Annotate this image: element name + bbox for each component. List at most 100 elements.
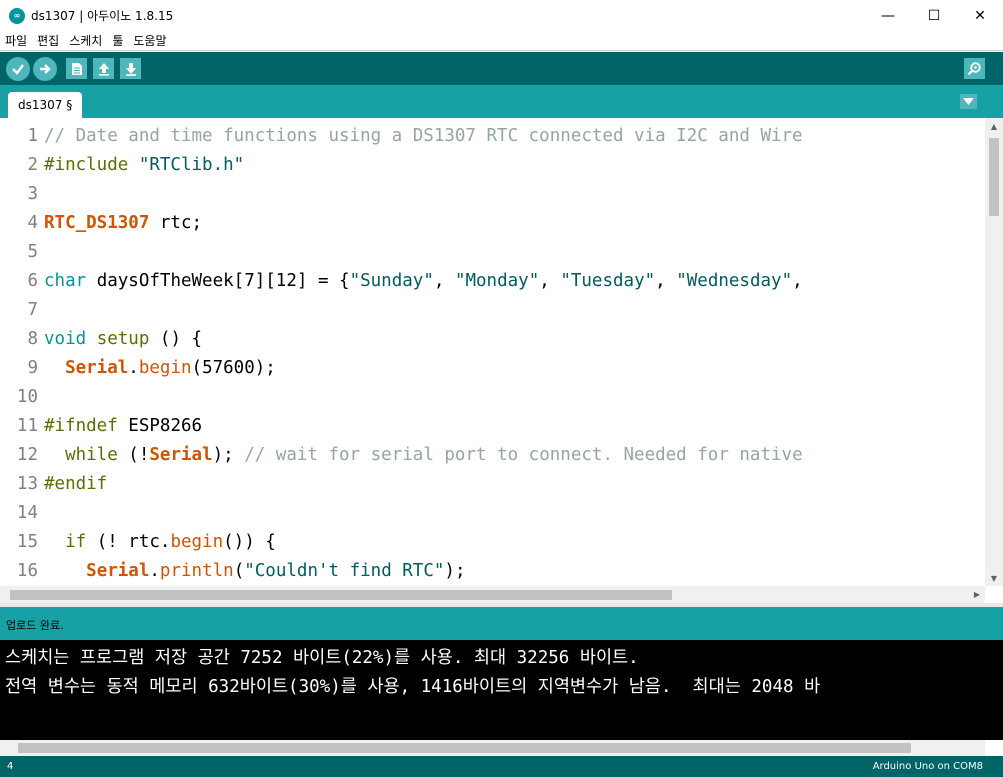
- menu-sketch[interactable]: 스케치: [64, 32, 107, 49]
- verify-button[interactable]: [6, 57, 30, 81]
- status-bar: 업로드 완료.: [0, 607, 1003, 640]
- window-controls: — ☐ ✕: [865, 0, 1003, 31]
- line-number: 1: [27, 126, 38, 146]
- console-line: 스케치는 프로그램 저장 공간 7252 바이트(22%)를 사용. 최대 32…: [5, 648, 639, 668]
- code-token: ,: [792, 271, 814, 291]
- line-number: 14: [16, 503, 38, 523]
- code-token: ESP8266: [117, 416, 203, 436]
- code-token: if: [65, 532, 87, 552]
- code-token: #include: [44, 155, 139, 175]
- code-line: #include "RTClib.h": [44, 151, 984, 180]
- code-token: .: [149, 561, 160, 581]
- editor-horizontal-scroll-thumb[interactable]: [10, 590, 672, 600]
- code-line: if (! rtc.begin()) {: [44, 528, 984, 557]
- code-token: "RTClib.h": [138, 155, 245, 175]
- upload-icon: [40, 64, 51, 74]
- title-bar: ∞ ds1307 | 아두이노 1.8.15 — ☐ ✕: [0, 0, 1003, 31]
- scroll-down-arrow-icon[interactable]: ▼: [985, 570, 1003, 586]
- footer-bar: 4 Arduino Uno on COM8: [0, 756, 1003, 777]
- code-token: );: [212, 445, 245, 465]
- tab-bar: ds1307 §: [0, 85, 1003, 118]
- maximize-button[interactable]: ☐: [911, 0, 957, 31]
- line-number: 7: [27, 300, 38, 320]
- console-horizontal-scrollbar[interactable]: [0, 740, 985, 756]
- menu-edit[interactable]: 편집: [32, 32, 64, 49]
- code-token: (! rtc.: [86, 532, 171, 552]
- code-token: "Sunday": [349, 271, 434, 291]
- code-token: char: [44, 271, 87, 291]
- new-button[interactable]: [66, 58, 87, 79]
- code-token: Serial: [149, 445, 213, 465]
- code-token: ,: [433, 271, 455, 291]
- console-line: 전역 변수는 동적 메모리 632바이트(30%)를 사용, 1416바이트의 …: [5, 677, 821, 697]
- code-token: begin: [170, 532, 224, 552]
- minimize-button[interactable]: —: [865, 0, 911, 31]
- code-token: while: [65, 445, 118, 465]
- code-line: void setup () {: [44, 325, 984, 354]
- line-number: 4: [27, 213, 38, 233]
- code-token: void: [44, 329, 87, 349]
- code-token: // Date and time functions using a DS130…: [44, 126, 803, 146]
- board-port-info: Arduino Uno on COM8: [872, 761, 983, 772]
- open-button[interactable]: [93, 58, 114, 79]
- code-token: "Couldn't find RTC": [244, 561, 445, 581]
- scroll-right-arrow-icon[interactable]: ▶: [969, 586, 985, 603]
- current-line-number: 4: [7, 761, 14, 772]
- editor-horizontal-scrollbar[interactable]: ▶: [0, 586, 985, 603]
- code-line: // Date and time functions using a DS130…: [44, 122, 984, 151]
- close-button[interactable]: ✕: [957, 0, 1003, 31]
- menu-tools[interactable]: 툴: [107, 32, 128, 49]
- code-token: begin: [138, 358, 192, 378]
- line-number: 13: [16, 474, 38, 494]
- code-token: );: [444, 561, 466, 581]
- editor-vertical-scrollbar[interactable]: ▲ ▼: [985, 118, 1003, 586]
- open-icon: [98, 62, 109, 76]
- code-token: () {: [149, 329, 203, 349]
- code-token: setup: [96, 329, 150, 349]
- tab-menu-button[interactable]: [960, 94, 977, 109]
- verify-icon: [12, 64, 24, 75]
- tab-ds1307[interactable]: ds1307 §: [8, 92, 83, 118]
- code-editor[interactable]: 1 2 3 4 5 6 7 8 9 10 11 12 13 14 15 16 // Date and time…: [0, 118, 1003, 586]
- serial-monitor-button[interactable]: [964, 58, 985, 79]
- code-area[interactable]: // Date and time functions using a DS130…: [44, 122, 984, 586]
- console-output[interactable]: 스케치는 프로그램 저장 공간 7252 바이트(22%)를 사용. 최대 32…: [0, 640, 1003, 740]
- code-token: RTC_DS1307: [44, 213, 150, 233]
- menu-help[interactable]: 도움말: [128, 32, 171, 49]
- code-token: .: [128, 358, 139, 378]
- code-token: // wait for serial port to connect. Need…: [244, 445, 803, 465]
- editor-vertical-scroll-thumb[interactable]: [989, 138, 999, 216]
- code-token: #ifndef: [44, 416, 118, 436]
- code-token: "Tuesday": [560, 271, 656, 291]
- code-line: RTC_DS1307 rtc;: [44, 209, 984, 238]
- line-number: 5: [27, 242, 38, 262]
- menu-file[interactable]: 파일: [0, 32, 32, 49]
- line-number: 15: [16, 532, 38, 552]
- code-line: while (!Serial); // wait for serial port…: [44, 441, 984, 470]
- code-line: char daysOfTheWeek[7][12] = {"Sunday", "…: [44, 267, 984, 296]
- code-token: #endif: [44, 474, 108, 494]
- code-line: Serial.begin(57600);: [44, 354, 984, 383]
- line-number-gutter: 1 2 3 4 5 6 7 8 9 10 11 12 13 14 15 16: [0, 122, 38, 586]
- code-token: println: [159, 561, 234, 581]
- save-button[interactable]: [120, 58, 141, 79]
- line-number: 3: [27, 184, 38, 204]
- line-number: 8: [27, 329, 38, 349]
- line-number: 2: [27, 155, 38, 175]
- new-icon: [71, 62, 82, 75]
- toolbar: [0, 52, 1003, 85]
- scroll-up-arrow-icon[interactable]: ▲: [985, 118, 1003, 134]
- upload-button[interactable]: [33, 57, 57, 81]
- code-token: Serial: [86, 561, 150, 581]
- code-line: #ifndef ESP8266: [44, 412, 984, 441]
- console-horizontal-scroll-thumb[interactable]: [18, 743, 911, 753]
- code-line: #endif: [44, 470, 984, 499]
